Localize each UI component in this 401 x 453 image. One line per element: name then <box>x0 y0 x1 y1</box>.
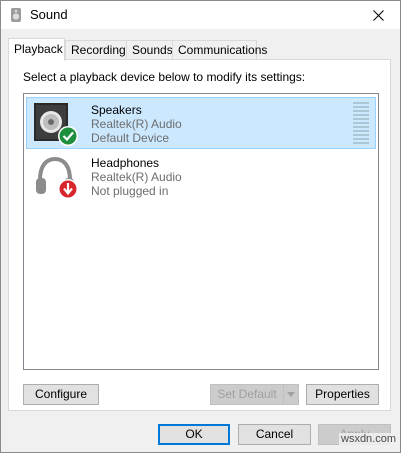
device-list[interactable]: Speakers Realtek(R) Audio Default Device <box>23 93 379 370</box>
unplugged-arrow-icon <box>58 179 78 199</box>
configure-button[interactable]: Configure <box>23 384 99 405</box>
device-name: Speakers <box>91 103 142 117</box>
window-title: Sound <box>30 7 68 22</box>
check-badge-icon <box>58 126 78 146</box>
title-bar[interactable]: Sound <box>1 1 400 29</box>
volume-level-meter <box>353 102 369 146</box>
watermark-text: wsxdn.com <box>339 433 399 445</box>
properties-button[interactable]: Properties <box>306 384 379 405</box>
tab-recording[interactable]: Recording <box>65 40 127 59</box>
device-name: Headphones <box>91 156 160 170</box>
device-item-headphones[interactable]: Headphones Realtek(R) Audio Not plugged … <box>26 150 376 202</box>
instruction-text: Select a playback device below to modify… <box>23 70 306 84</box>
tab-sounds[interactable]: Sounds <box>126 40 176 59</box>
device-driver: Realtek(R) Audio <box>91 117 182 131</box>
set-default-dropdown[interactable] <box>283 384 299 405</box>
tab-playback[interactable]: Playback <box>8 38 65 61</box>
speaker-icon <box>11 8 21 22</box>
close-button[interactable] <box>356 1 400 29</box>
device-status: Default Device <box>91 131 170 145</box>
speaker-icon <box>34 103 78 146</box>
device-status: Not plugged in <box>91 184 169 198</box>
playback-panel: Select a playback device below to modify… <box>8 59 391 411</box>
tab-communications[interactable]: Communications <box>172 40 267 59</box>
set-default-button[interactable]: Set Default <box>210 384 284 405</box>
cancel-button[interactable]: Cancel <box>238 424 311 445</box>
sound-dialog: Sound Playback Recording Sounds Communic… <box>0 0 401 453</box>
headphones-icon <box>36 156 78 199</box>
chevron-down-icon <box>287 392 295 397</box>
ok-button[interactable]: OK <box>158 424 230 445</box>
device-driver: Realtek(R) Audio <box>91 170 182 184</box>
close-icon <box>372 9 384 21</box>
device-item-speakers[interactable]: Speakers Realtek(R) Audio Default Device <box>26 97 376 149</box>
